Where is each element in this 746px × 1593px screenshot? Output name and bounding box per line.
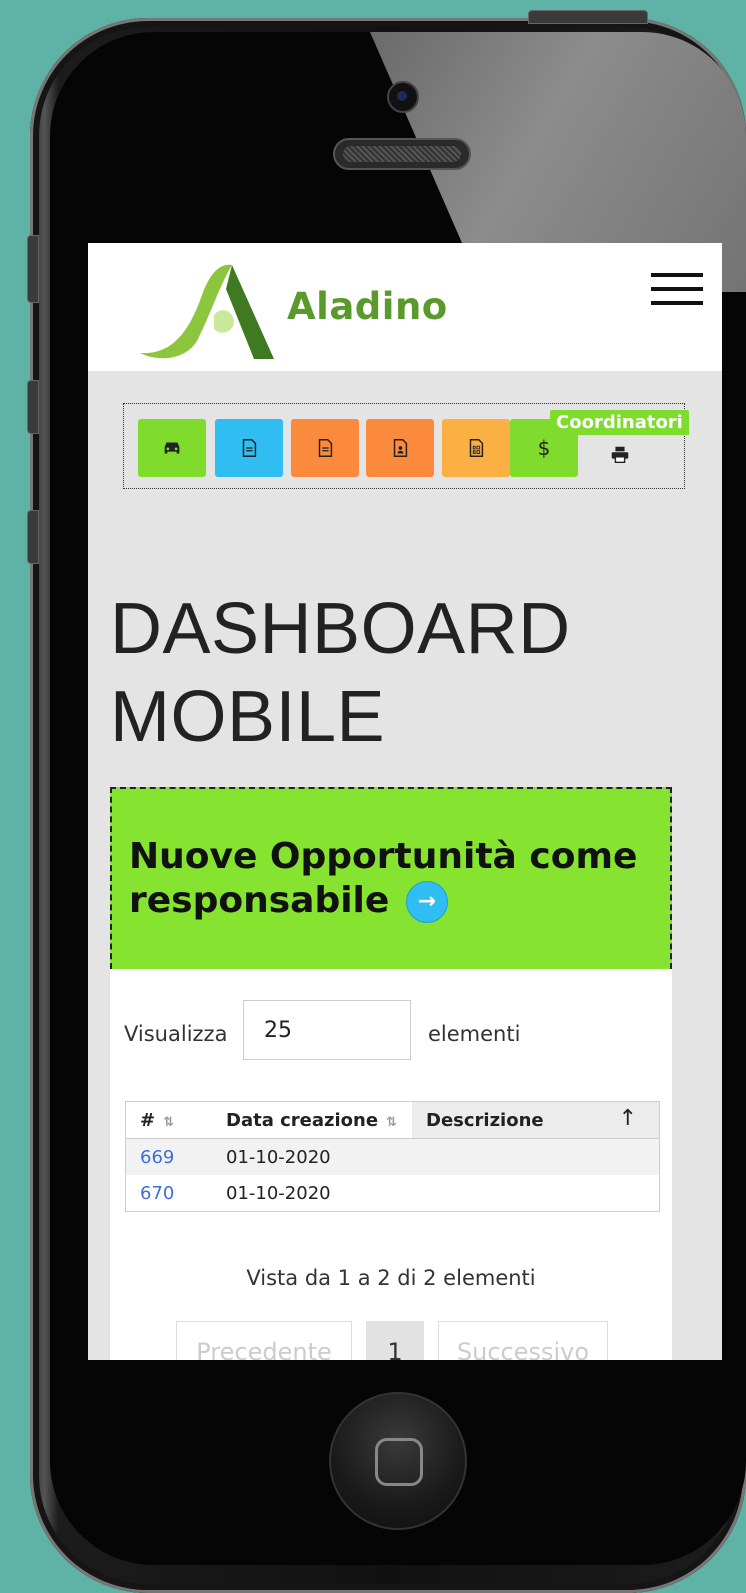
opportunities-title-text: Nuove Opportunità come responsabile <box>129 836 638 921</box>
page-title-line-2: MOBILE <box>110 677 386 757</box>
opportunities-title: Nuove Opportunità come responsabile → <box>129 835 649 923</box>
page-length-label: Visualizza <box>124 1022 228 1046</box>
previous-page-button[interactable]: Precedente <box>176 1321 352 1360</box>
page-title: DASHBOARD MOBILE <box>110 585 710 761</box>
sort-icon: ⇅ <box>386 1114 397 1130</box>
table-row: 670 01-10-2020 <box>126 1175 660 1212</box>
home-button[interactable] <box>329 1392 467 1530</box>
column-label-description: Descrizione <box>426 1109 544 1131</box>
brand-name: Aladino <box>287 285 448 328</box>
page-1-button[interactable]: 1 <box>366 1321 424 1360</box>
volume-up-button <box>27 380 39 434</box>
row-id-link[interactable]: 669 <box>125 1138 212 1175</box>
page-length-select[interactable]: 25 <box>243 1000 411 1060</box>
file-code-button[interactable] <box>442 419 510 477</box>
page-title-line-1: DASHBOARD <box>110 589 571 669</box>
screen: Aladino $ Coordinatori DASHBOARD MOBILE <box>88 243 722 1360</box>
dollar-icon: $ <box>537 436 551 460</box>
document-icon <box>318 439 333 457</box>
document-button-1[interactable] <box>215 419 283 477</box>
quick-actions-toolbar: $ Coordinatori <box>123 403 689 489</box>
table-header-row: # ⇅ Data creazione ⇅ Descrizione ↑ <box>125 1101 660 1139</box>
document-icon <box>242 439 257 457</box>
table-row: 669 01-10-2020 <box>125 1138 660 1175</box>
opportunities-panel: Nuove Opportunità come responsabile → <box>110 787 672 969</box>
aladino-logo-icon <box>140 264 274 359</box>
volume-down-button <box>27 510 39 564</box>
column-label-date: Data creazione <box>226 1109 379 1131</box>
column-header-date[interactable]: Data creazione ⇅ <box>212 1101 412 1139</box>
car-icon <box>164 442 180 454</box>
opportunities-table: # ⇅ Data creazione ⇅ Descrizione ↑ 669 01-1… <box>125 1101 660 1212</box>
power-button <box>528 10 648 24</box>
file-user-button[interactable] <box>366 419 434 477</box>
print-button[interactable] <box>586 426 654 484</box>
printer-icon <box>611 446 629 464</box>
row-description <box>412 1138 660 1175</box>
row-id-link[interactable]: 670 <box>126 1175 213 1212</box>
row-date: 01-10-2020 <box>226 1182 331 1204</box>
speaker-grille <box>333 138 471 170</box>
table-info: Vista da 1 a 2 di 2 elementi <box>246 1266 536 1290</box>
sort-icon: ⇅ <box>163 1114 174 1130</box>
header: Aladino <box>88 243 722 371</box>
page-length-unit: elementi <box>428 1022 521 1046</box>
column-label-id: # <box>140 1109 156 1131</box>
column-header-id[interactable]: # ⇅ <box>125 1101 212 1139</box>
document-button-2[interactable] <box>291 419 359 477</box>
car-button[interactable] <box>138 419 206 477</box>
sort-ascending-icon: ↑ <box>618 1106 637 1131</box>
file-user-icon <box>393 439 408 457</box>
menu-icon[interactable] <box>651 273 703 307</box>
row-description <box>412 1175 660 1212</box>
arrow-right-icon[interactable]: → <box>405 881 448 923</box>
column-header-description[interactable]: Descrizione ↑ <box>412 1101 660 1139</box>
mute-switch <box>27 235 39 303</box>
camera-icon <box>387 81 419 113</box>
next-page-button[interactable]: Successivo <box>438 1321 608 1360</box>
file-code-icon <box>469 439 484 457</box>
row-date: 01-10-2020 <box>212 1138 412 1175</box>
opportunities-table-panel: Visualizza 25 elementi # ⇅ Data creazione… <box>110 969 672 1360</box>
